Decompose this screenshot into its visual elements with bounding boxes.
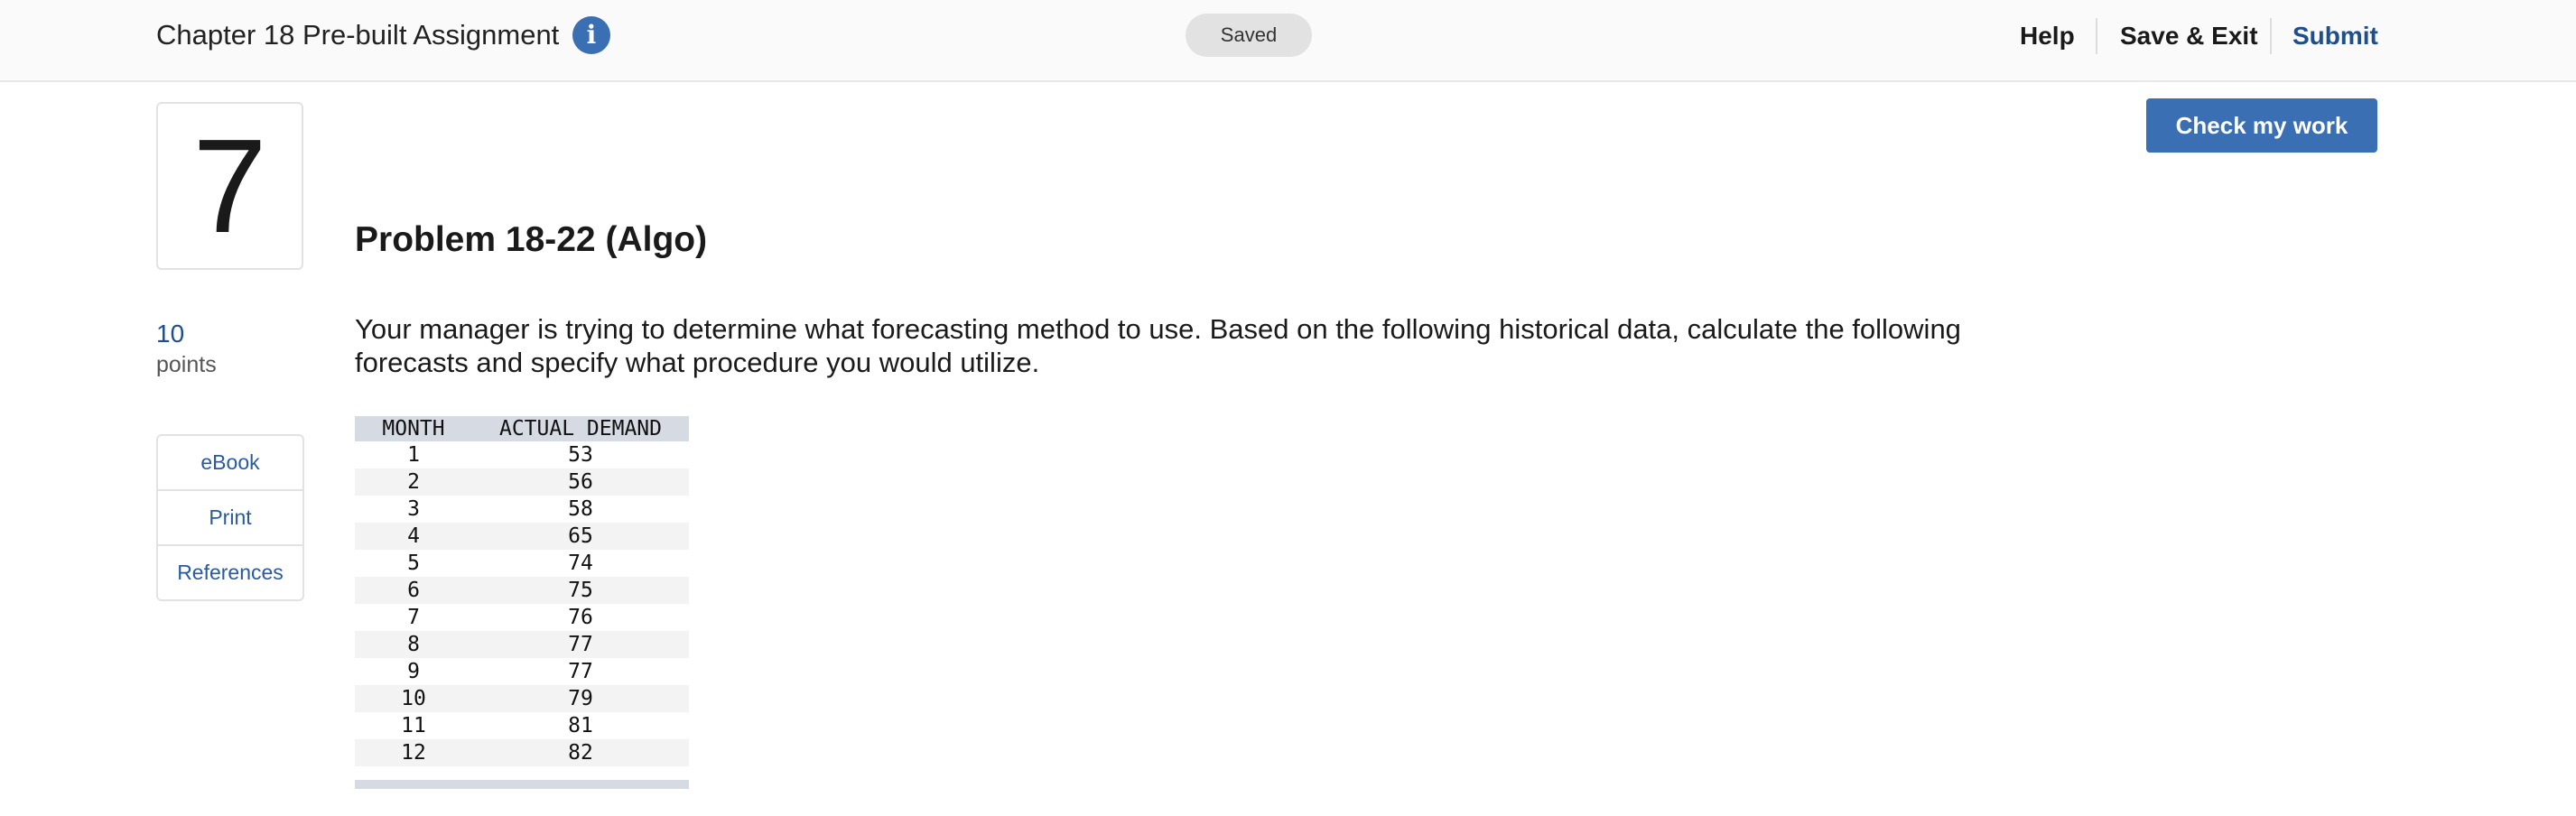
month-cell: 7 <box>355 604 472 631</box>
table-row: 8 77 <box>355 631 689 658</box>
saved-status-badge: Saved <box>1186 14 1312 57</box>
demand-cell: 58 <box>472 496 689 523</box>
table-row: 6 75 <box>355 577 689 604</box>
month-header: MONTH <box>355 416 472 441</box>
demand-cell: 56 <box>472 468 689 496</box>
table-row: 11 81 <box>355 712 689 739</box>
question-number: 7 <box>156 102 303 270</box>
demand-header: ACTUAL DEMAND <box>472 416 689 441</box>
table-row: 2 56 <box>355 468 689 496</box>
help-link[interactable]: Help <box>2020 18 2075 54</box>
top-bar: Chapter 18 Pre-built Assignment i Saved … <box>0 0 2576 82</box>
table-row: 4 65 <box>355 523 689 550</box>
table-row: 5 74 <box>355 550 689 577</box>
demand-cell: 75 <box>472 577 689 604</box>
nav-divider <box>2096 18 2097 54</box>
month-cell: 11 <box>355 712 472 739</box>
table-row: 12 82 <box>355 739 689 766</box>
demand-cell: 81 <box>472 712 689 739</box>
submit-link[interactable]: Submit <box>2292 18 2378 54</box>
demand-cell: 77 <box>472 631 689 658</box>
table-row: 9 77 <box>355 658 689 685</box>
demand-cell: 77 <box>472 658 689 685</box>
table-row: 1 53 <box>355 441 689 468</box>
month-cell: 6 <box>355 577 472 604</box>
month-cell: 4 <box>355 523 472 550</box>
save-exit-link[interactable]: Save & Exit <box>2120 18 2258 54</box>
table-header-row: MONTH ACTUAL DEMAND <box>355 416 689 441</box>
problem-text: Your manager is trying to determine what… <box>355 313 1961 378</box>
month-cell: 2 <box>355 468 472 496</box>
month-cell: 9 <box>355 658 472 685</box>
table-row: 3 58 <box>355 496 689 523</box>
points-value: 10 <box>156 320 185 348</box>
month-cell: 5 <box>355 550 472 577</box>
table-row: 7 76 <box>355 604 689 631</box>
demand-cell: 79 <box>472 685 689 712</box>
demand-cell: 76 <box>472 604 689 631</box>
month-cell: 3 <box>355 496 472 523</box>
demand-cell: 53 <box>472 441 689 468</box>
resource-list: eBook Print References <box>156 434 304 601</box>
table-row: 10 79 <box>355 685 689 712</box>
table-footer <box>355 780 689 789</box>
ebook-link[interactable]: eBook <box>158 436 302 491</box>
print-link[interactable]: Print <box>158 491 302 546</box>
demand-cell: 74 <box>472 550 689 577</box>
demand-cell: 82 <box>472 739 689 766</box>
assignment-title: Chapter 18 Pre-built Assignment <box>156 19 560 51</box>
demand-table: MONTH ACTUAL DEMAND 1 53 2 56 3 58 4 65 5 74 … <box>355 416 689 766</box>
month-cell: 10 <box>355 685 472 712</box>
month-cell: 1 <box>355 441 472 468</box>
demand-cell: 65 <box>472 523 689 550</box>
check-my-work-button[interactable]: Check my work <box>2146 98 2377 153</box>
nav-divider <box>2270 18 2272 54</box>
problem-title: Problem 18-22 (Algo) <box>355 220 708 259</box>
points-label: points <box>156 352 217 377</box>
month-cell: 8 <box>355 631 472 658</box>
info-icon[interactable]: i <box>572 16 610 54</box>
references-link[interactable]: References <box>158 546 302 599</box>
month-cell: 12 <box>355 739 472 766</box>
